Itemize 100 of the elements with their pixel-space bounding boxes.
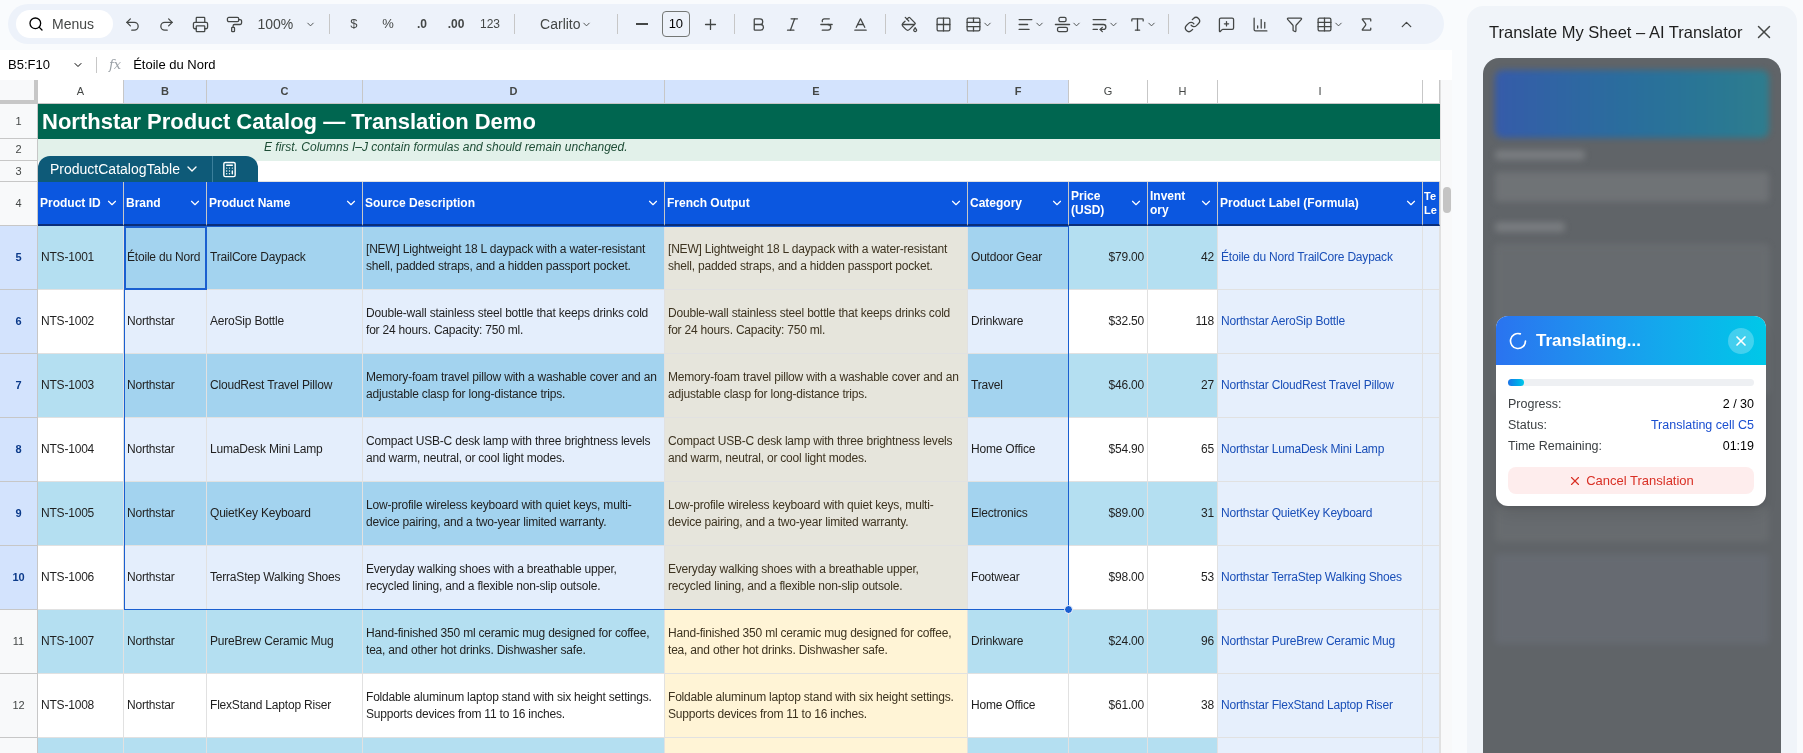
strikethrough-icon	[818, 15, 836, 33]
table-cell: $79.00	[1069, 226, 1148, 290]
table-cell: 31	[1148, 482, 1218, 546]
table-cell: 38	[1148, 674, 1218, 738]
table-cell: Northstar	[124, 290, 207, 354]
table-header-cell[interactable]: French Output	[665, 182, 968, 226]
column-header[interactable]: B	[124, 80, 207, 104]
table-header-cell[interactable]: Price (USD)	[1069, 182, 1148, 226]
formula-cell: Northstar CloudRest Travel Pillow	[1218, 354, 1423, 418]
zoom-dropdown[interactable]: 100%	[254, 10, 320, 38]
comment-icon	[1218, 15, 1236, 33]
table-cell: $54.90	[1069, 418, 1148, 482]
formula-icon: fx	[101, 55, 130, 75]
table-cell: Foldable aluminum laptop stand with six height settings. Supports devices from 11 to 16 inches.	[363, 674, 665, 738]
table-cell: NTS-1005	[38, 482, 124, 546]
table-cell: $46.00	[1069, 354, 1148, 418]
column-header[interactable]: H	[1148, 80, 1218, 104]
field-label: Progress:	[1508, 396, 1562, 413]
menus-search-field[interactable]: Menus	[16, 10, 113, 38]
table-cell: Memory-foam travel pillow with a washable cover and an adjustable clasp for long-distance trips.	[363, 354, 665, 418]
table-cell: Drinkware	[968, 610, 1069, 674]
calculator-icon	[221, 160, 238, 178]
table-header-cell[interactable]: Category	[968, 182, 1069, 226]
field-value: Translating cell C5	[1650, 417, 1754, 434]
row-number[interactable]: 2	[0, 139, 38, 161]
column-header[interactable]: F	[968, 80, 1069, 104]
row-number[interactable]: 8	[0, 418, 38, 482]
table-cell: Northstar	[124, 610, 207, 674]
row-number[interactable]: 11	[0, 610, 38, 674]
paint-bucket-icon	[901, 15, 919, 33]
table-cell: NTS-1004	[38, 418, 124, 482]
text-color-icon	[852, 15, 870, 33]
table-cell: Double-wall stainless steel bottle that keeps drinks cold for 24 hours. Capacity: 750 ml.	[665, 290, 968, 354]
currency-button[interactable]: $	[340, 10, 368, 38]
row-number[interactable]: 6	[0, 290, 38, 354]
column-header[interactable]: C	[207, 80, 363, 104]
table-cell: Double-wall stainless steel bottle that keeps drinks cold for 24 hours. Capacity: 750 ml.	[363, 290, 665, 354]
row-number[interactable]: 12	[0, 674, 38, 738]
table-name-chip[interactable]: ProductCatalogTable	[38, 156, 258, 182]
undo-icon	[124, 15, 142, 33]
table-cell: Low-profile wireless keyboard with quiet keys, multi-device pairing, and a two-year limited warranty.	[363, 482, 665, 546]
search-icon	[28, 16, 44, 32]
table-cell: Compact USB-C desk lamp with three brightness levels and warm, neutral, or cool light modes.	[363, 418, 665, 482]
table-cell: Compact USB-C desk lamp with three brightness levels and warm, neutral, or cool light modes.	[665, 418, 968, 482]
link-icon	[1184, 15, 1202, 33]
redo-icon	[158, 15, 176, 33]
name-box[interactable]: B5:F10	[0, 55, 92, 75]
dialog-title: Translating...	[1536, 329, 1642, 352]
table-cell: AeroSip Bottle	[207, 290, 363, 354]
table-header-cell[interactable]: Product Name	[207, 182, 363, 226]
row-number[interactable]: 1	[0, 104, 38, 139]
table-cell: Foldable aluminum laptop stand with six height settings. Supports devices from 11 to 16 inches.	[665, 674, 968, 738]
table-cell: NTS-1008	[38, 674, 124, 738]
table-cell: Everyday walking shoes with a breathable upper, recycled lining, and a flexible non-slip outsole.	[363, 546, 665, 610]
column-header[interactable]: I	[1218, 80, 1423, 104]
borders-icon	[935, 15, 953, 33]
column-header[interactable]: A	[38, 80, 124, 104]
table-header-cell[interactable]: Product Label (Formula)	[1218, 182, 1423, 226]
table-header-cell[interactable]: Source Description	[363, 182, 665, 226]
percent-button[interactable]: %	[374, 10, 402, 38]
column-header[interactable]: G	[1069, 80, 1148, 104]
chart-icon	[1252, 15, 1270, 33]
paint-roller-icon	[226, 15, 244, 33]
table-cell: 65	[1148, 418, 1218, 482]
field-label: Time Remaining:	[1508, 438, 1602, 455]
table-cell: Footwear	[968, 546, 1069, 610]
table-header-cell[interactable]: Te Le	[1423, 182, 1440, 226]
table-cell: Home Office	[968, 418, 1069, 482]
cancel-translation-button[interactable]: Cancel Translation	[1508, 467, 1754, 494]
table-cell: Northstar	[124, 482, 207, 546]
formula-cell: Northstar TerraStep Walking Shoes	[1218, 546, 1423, 610]
table-cell: Electronics	[968, 482, 1069, 546]
table-cell: TerraStep Walking Shoes	[207, 546, 363, 610]
table-icon	[1316, 15, 1334, 33]
table-cell: Northstar	[124, 674, 207, 738]
instruction-note: E first. Columns I–J contain formulas and should remain unchanged.	[264, 140, 628, 154]
row-number[interactable]: 5	[0, 226, 38, 290]
table-cell: NTS-1007	[38, 610, 124, 674]
scrollbar-thumb[interactable]	[1442, 187, 1451, 213]
table-header-cell[interactable]: Brand	[124, 182, 207, 226]
font-size-field[interactable]: 10	[661, 11, 691, 37]
merge-cells-icon	[965, 15, 983, 33]
decrease-decimals-button[interactable]: .0	[408, 10, 436, 38]
row-number[interactable]: 4	[0, 182, 38, 226]
table-cell: Hand-finished 350 ml ceramic mug designed for coffee, tea, and other hot drinks. Dishwasher safe.	[363, 610, 665, 674]
field-label: Status:	[1508, 417, 1547, 434]
row-number[interactable]: 7	[0, 354, 38, 418]
column-header[interactable]: E	[665, 80, 968, 104]
row-number[interactable]: 10	[0, 546, 38, 610]
formula-input[interactable]: Étoile du Nord	[129, 55, 216, 75]
column-header[interactable]: D	[363, 80, 665, 104]
table-cell: Travel	[968, 354, 1069, 418]
row-number[interactable]: 3	[0, 161, 38, 182]
number-format-button[interactable]: 123	[476, 10, 504, 38]
formula-cell: Northstar FlexStand Laptop Riser	[1218, 674, 1423, 738]
increase-decimals-button[interactable]: .00	[442, 10, 470, 38]
table-header-cell[interactable]: Product ID	[38, 182, 124, 226]
row-number[interactable]: 9	[0, 482, 38, 546]
table-header-cell[interactable]: Invent ory	[1148, 182, 1218, 226]
font-dropdown[interactable]: Carlito	[524, 10, 607, 38]
